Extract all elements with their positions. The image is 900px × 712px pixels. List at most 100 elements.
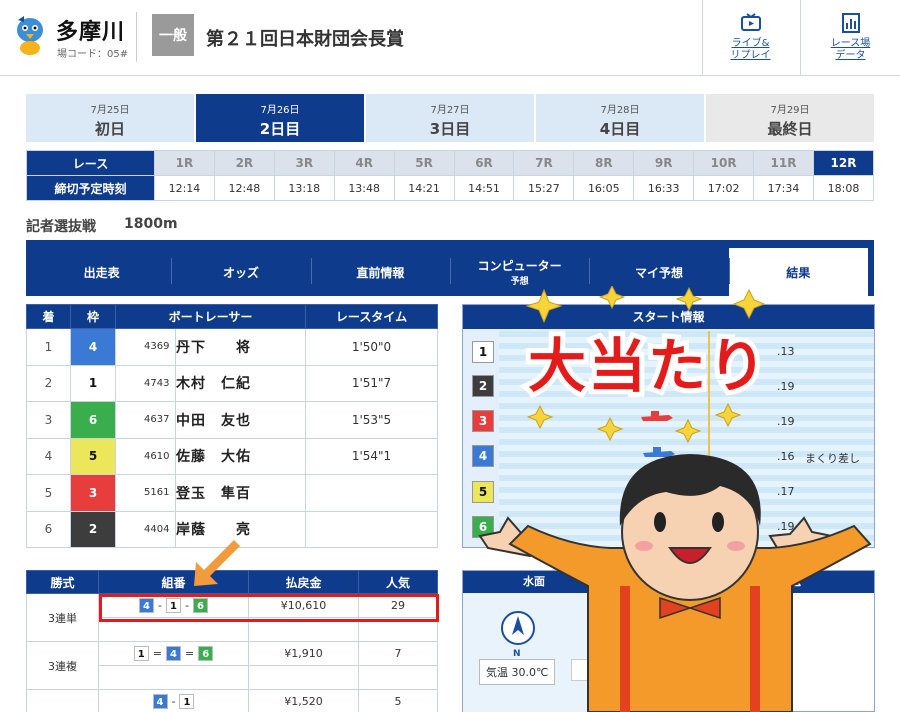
racer-name[interactable]: 木村 仁紀: [175, 364, 306, 402]
table-row: 4-1 ¥1,520 5: [26, 689, 438, 712]
table-row: 2 1 4743 木村 仁紀 1'51"7: [26, 364, 438, 402]
compass-icon: [501, 611, 535, 645]
highlight-box: [99, 594, 439, 622]
start-info-panel: スタート情報 1 2 3 4 5 6 .13 .19 .19 .16 まくり差し…: [462, 304, 875, 548]
time-row-label: 締切予定時刻: [26, 175, 155, 201]
racer-id: 5161: [115, 474, 176, 512]
combo-sep: =: [152, 647, 162, 660]
lane-badge: 3: [472, 410, 494, 432]
deadline-time: 14:51: [453, 175, 515, 201]
tab-computer-prediction[interactable]: コンピューター 予想: [449, 248, 589, 296]
day-label: 最終日: [767, 120, 813, 138]
tab-result[interactable]: 結果: [728, 248, 868, 296]
racer-name[interactable]: 中田 友也: [175, 401, 306, 439]
popularity: 7: [358, 641, 438, 666]
racer-name[interactable]: 丹下 将: [175, 328, 306, 366]
frame-cell: 3: [70, 474, 116, 512]
table-row: 4 5 4610 佐藤 大佑 1'54"1: [26, 437, 438, 475]
day-tabs: 7月25日 初日 7月26日 2日目 7月27日 3日目 7月28日 4日目 7月29日…: [26, 94, 874, 142]
racer-name[interactable]: 登玉 隼百: [175, 474, 306, 512]
race-name: 記者選抜戦: [26, 219, 96, 235]
north-arrow-icon: [512, 616, 524, 635]
race-link-4[interactable]: 4R: [333, 150, 395, 176]
day-date: 7月26日: [260, 105, 300, 116]
deadline-time: 14:21: [393, 175, 455, 201]
combo-boat: 1: [179, 694, 195, 709]
race-link-7[interactable]: 7R: [513, 150, 575, 176]
rank-cell: 5: [26, 474, 71, 512]
race-link-8[interactable]: 8R: [573, 150, 635, 176]
col-bet-type: 勝式: [26, 570, 99, 594]
col-popularity: 人気: [358, 570, 438, 594]
tab-entry[interactable]: 出走表: [32, 248, 171, 296]
day-tab-1[interactable]: 7月25日 初日: [26, 94, 196, 142]
combination: 1 = 4 = 6: [98, 641, 249, 666]
col-time: レースタイム: [305, 304, 438, 329]
frame-cell: 6: [70, 401, 116, 439]
boat-icon: [643, 447, 675, 457]
race-time: 1'54"1: [305, 437, 438, 475]
deadline-time: 17:34: [753, 175, 814, 201]
chart-icon: [841, 13, 860, 33]
table-row: 5 3 5161 登玉 隼百: [26, 474, 438, 512]
table-row: 3連複 1 = 4 = 6 ¥1,910 7: [26, 641, 438, 690]
day-label: 3日目: [429, 120, 471, 138]
header-divider: [136, 12, 137, 62]
kimarite-comment: まくり差し: [805, 452, 860, 465]
deadline-time: 15:27: [513, 175, 575, 201]
table-row: 3 6 4637 中田 友也 1'53"5: [26, 401, 438, 439]
deadline-time: 18:08: [812, 175, 875, 201]
race-time: 1'50"0: [305, 328, 438, 366]
col-frame: 枠: [70, 304, 116, 329]
race-link-10[interactable]: 10R: [693, 150, 755, 176]
race-link-11[interactable]: 11R: [753, 150, 814, 176]
day-tab-4[interactable]: 7月28日 4日目: [536, 94, 706, 142]
grade-badge: 一般: [152, 14, 194, 56]
racer-name[interactable]: 佐藤 大佑: [175, 437, 306, 475]
lane-badge: 6: [472, 516, 494, 538]
race-time: [305, 474, 438, 512]
deadline-time: 13:18: [273, 175, 335, 201]
lane-badge: 5: [472, 481, 494, 503]
payout-table: 勝式 組番 払戻金 人気 3連単 4-1-6 ¥10,610 29 3連複 1 =…: [26, 570, 438, 712]
day-tab-3[interactable]: 7月27日 3日目: [366, 94, 536, 142]
water-surface: [499, 331, 874, 547]
weather-header: 水面 返還: [463, 571, 874, 593]
day-tab-2[interactable]: 7月26日 2日目: [196, 94, 366, 142]
live-replay-button[interactable]: ライブ& リプレイ: [702, 0, 798, 76]
start-info-title: スタート情報: [463, 305, 874, 329]
race-link-9[interactable]: 9R: [633, 150, 695, 176]
tab-computer-sublabel: 予想: [510, 277, 529, 287]
combo-sep: -: [171, 695, 176, 708]
frame-cell: 4: [70, 328, 116, 366]
race-link-6[interactable]: 6R: [453, 150, 515, 176]
venue-data-button[interactable]: レース場 データ: [800, 0, 900, 76]
racer-id: 4369: [115, 328, 176, 366]
tab-before-info[interactable]: 直前情報: [310, 248, 450, 296]
boat-icon: [641, 411, 673, 421]
tab-my-prediction[interactable]: マイ予想: [589, 248, 728, 296]
race-link-12[interactable]: 12R: [812, 150, 875, 176]
race-row-label: レース: [26, 150, 155, 176]
race-link-3[interactable]: 3R: [273, 150, 335, 176]
day-tab-5[interactable]: 7月29日 最終日: [706, 94, 874, 142]
weather-info: [463, 593, 673, 712]
venue-mascot-icon: [17, 16, 43, 55]
rank-cell: 6: [26, 510, 71, 548]
bet-type: 3連複: [26, 641, 99, 690]
tab-odds[interactable]: オッズ: [171, 248, 310, 296]
race-link-5[interactable]: 5R: [393, 150, 455, 176]
day-date: 7月28日: [600, 105, 640, 116]
rank-cell: 3: [26, 401, 71, 439]
deadline-time: 13:48: [333, 175, 395, 201]
start-timing: .17: [777, 485, 795, 498]
start-line: [708, 331, 710, 547]
deadline-time: 16:33: [633, 175, 695, 201]
day-date: 7月27日: [430, 105, 470, 116]
race-link-2[interactable]: 2R: [213, 150, 275, 176]
live-replay-label-1: ライブ&: [731, 38, 770, 49]
rank-cell: 4: [26, 437, 71, 475]
race-link-1[interactable]: 1R: [154, 150, 215, 176]
frame-cell: 1: [70, 364, 116, 402]
combination: 4-1: [98, 689, 249, 712]
